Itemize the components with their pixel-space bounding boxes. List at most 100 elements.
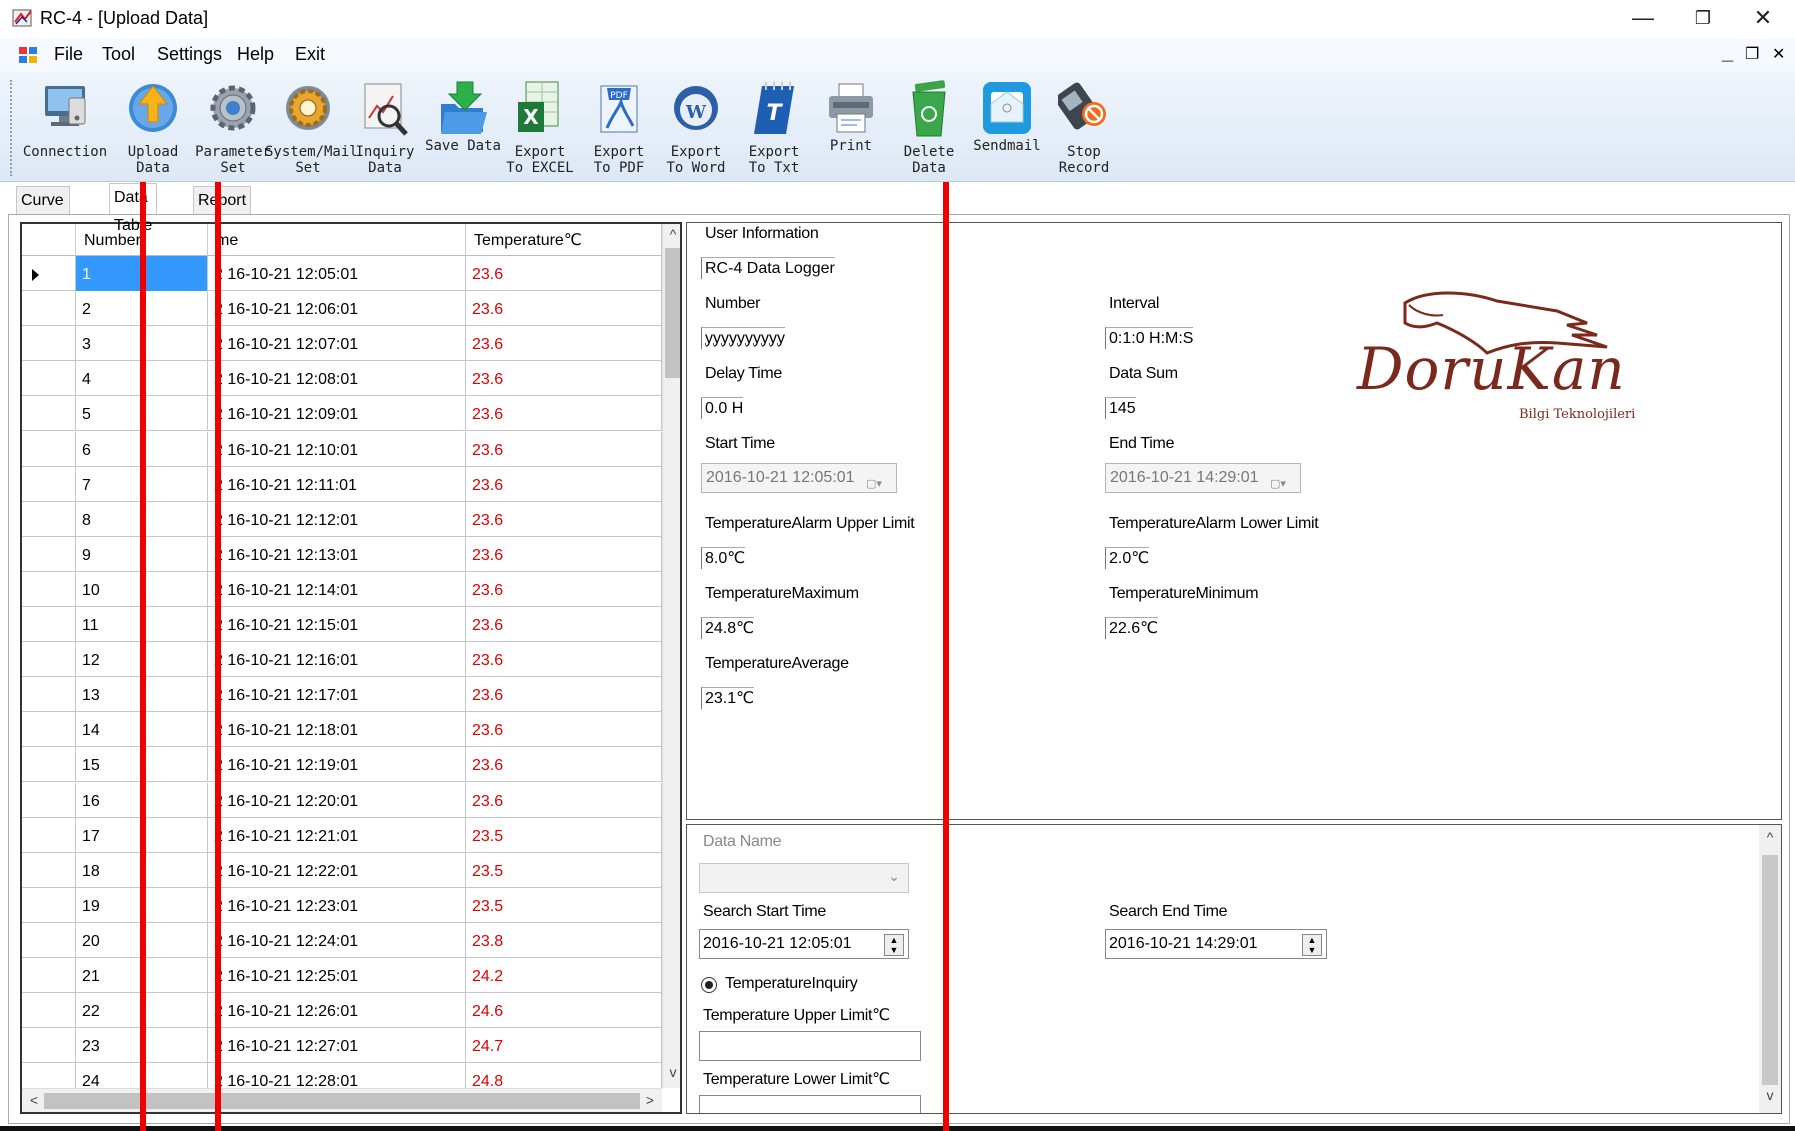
export-txt-button[interactable]: T Export To Txt — [731, 76, 817, 180]
search-panel-scrollbar[interactable]: ^ v — [1759, 825, 1781, 1113]
export-pdf-button[interactable]: PDF Export To PDF — [576, 76, 662, 180]
menu-exit[interactable]: Exit — [295, 44, 325, 65]
row-selector[interactable] — [22, 887, 76, 923]
cell-temperature[interactable]: 23.6 — [466, 256, 662, 291]
cell-time[interactable]: 2 16-10-21 12:05:01 — [208, 256, 466, 291]
row-selector[interactable] — [22, 747, 76, 783]
table-row[interactable]: 72 16-10-21 12:11:01 23.6 — [22, 466, 662, 502]
mdi-minimize-button[interactable]: _ — [1722, 42, 1733, 65]
row-selector[interactable] — [22, 291, 76, 327]
table-row[interactable]: 23 2 16-10-21 12:27:01 24.7 — [22, 1028, 662, 1064]
cell-time[interactable]: 2 16-10-21 12:06:01 — [208, 291, 466, 327]
row-selector[interactable] — [22, 361, 76, 397]
cell-temperature[interactable]: 23.6 — [466, 642, 662, 678]
row-selector[interactable] — [22, 642, 76, 678]
scroll-up-icon[interactable]: ^ — [663, 226, 680, 242]
spinner-icon[interactable]: ▲ ▼ — [1302, 934, 1322, 956]
cell-time[interactable]: 2 16-10-21 12:08:01 — [208, 361, 466, 397]
mdi-window-icon[interactable] — [18, 46, 38, 64]
export-word-button[interactable]: W Export To Word — [653, 76, 739, 180]
cell-temperature[interactable]: 23.6 — [466, 747, 662, 783]
table-row[interactable]: 12 2 16-10-21 12:16:01 23.6 — [22, 642, 662, 678]
table-horizontal-scrollbar[interactable]: < > — [22, 1088, 662, 1112]
table-row[interactable]: 12 16-10-21 12:05:01 23.6 — [22, 256, 662, 291]
cell-temperature[interactable]: 23.6 — [466, 466, 662, 502]
scroll-right-icon[interactable]: > — [640, 1092, 660, 1108]
toolbar-grip[interactable] — [10, 80, 14, 176]
cell-time[interactable]: 2 16-10-21 12:07:01 — [208, 326, 466, 362]
cell-time[interactable]: 2 16-10-21 12:26:01 — [208, 993, 466, 1029]
table-row[interactable]: 15 2 16-10-21 12:19:01 23.6 — [22, 747, 662, 783]
cell-temperature[interactable]: 24.2 — [466, 958, 662, 993]
cell-temperature[interactable]: 23.6 — [466, 291, 662, 327]
table-row[interactable]: 82 16-10-21 12:12:01 23.6 — [22, 501, 662, 537]
row-selector[interactable] — [22, 571, 76, 607]
table-row[interactable]: 22 2 16-10-21 12:26:01 24.6 — [22, 993, 662, 1029]
row-selector[interactable] — [22, 993, 76, 1029]
table-row[interactable]: 13 2 16-10-21 12:17:01 23.6 — [22, 677, 662, 713]
scroll-down-icon[interactable]: v — [663, 1064, 680, 1080]
cell-time[interactable]: 2 16-10-21 12:25:01 — [208, 958, 466, 993]
tab-report[interactable]: Report — [193, 186, 252, 214]
row-selector[interactable] — [22, 536, 76, 572]
cell-time[interactable]: 2 16-10-21 12:16:01 — [208, 642, 466, 678]
cell-temperature[interactable]: 23.6 — [466, 396, 662, 432]
table-hscroll-thumb[interactable] — [44, 1093, 640, 1109]
inquiry-data-button[interactable]: Inquiry Data — [342, 76, 428, 180]
header-temperature[interactable]: Temperature℃ — [466, 224, 662, 256]
row-selector[interactable] — [22, 431, 76, 467]
cell-temperature[interactable]: 23.6 — [466, 501, 662, 537]
table-row[interactable]: 22 16-10-21 12:06:01 23.6 — [22, 291, 662, 327]
cell-time[interactable]: 2 16-10-21 12:27:01 — [208, 1028, 466, 1064]
cell-temperature[interactable]: 23.6 — [466, 361, 662, 397]
cell-time[interactable]: 2 16-10-21 12:10:01 — [208, 431, 466, 467]
row-selector[interactable] — [22, 677, 76, 713]
table-row[interactable]: 14 2 16-10-21 12:18:01 23.6 — [22, 712, 662, 748]
table-row[interactable]: 21 2 16-10-21 12:25:01 24.2 — [22, 958, 662, 993]
search-start-time-picker[interactable]: 2016-10-21 12:05:01 ▲ ▼ — [699, 929, 909, 959]
cell-time[interactable]: 2 16-10-21 12:18:01 — [208, 712, 466, 748]
temperature-upper-limit-input[interactable] — [699, 1031, 921, 1061]
row-selector[interactable] — [22, 958, 76, 993]
cell-temperature[interactable]: 23.6 — [466, 712, 662, 748]
table-row[interactable]: 18 2 16-10-21 12:22:01 23.5 — [22, 852, 662, 888]
row-selector[interactable] — [22, 1028, 76, 1064]
search-scroll-thumb[interactable] — [1762, 855, 1778, 1085]
tab-curve-graph[interactable]: Curve Graph — [16, 186, 71, 237]
cell-temperature[interactable]: 23.6 — [466, 536, 662, 572]
system-mail-set-button[interactable]: System/Mail Set — [265, 76, 358, 180]
row-selector[interactable] — [22, 326, 76, 362]
cell-time[interactable]: 2 16-10-21 12:17:01 — [208, 677, 466, 713]
print-button[interactable]: Print — [808, 76, 894, 180]
table-row[interactable]: 16 2 16-10-21 12:20:01 23.6 — [22, 782, 662, 818]
row-selector[interactable] — [22, 817, 76, 853]
cell-temperature[interactable]: 23.5 — [466, 852, 662, 888]
cell-temperature[interactable]: 23.5 — [466, 887, 662, 923]
cell-time[interactable]: 2 16-10-21 12:15:01 — [208, 607, 466, 642]
cell-temperature[interactable]: 23.6 — [466, 431, 662, 467]
row-selector[interactable] — [22, 782, 76, 818]
cell-temperature[interactable]: 23.5 — [466, 817, 662, 853]
search-end-time-picker[interactable]: 2016-10-21 14:29:01 ▲ ▼ — [1105, 929, 1327, 959]
cell-time[interactable]: 2 16-10-21 12:21:01 — [208, 817, 466, 853]
cell-time[interactable]: 2 16-10-21 12:20:01 — [208, 782, 466, 818]
cell-temperature[interactable]: 23.6 — [466, 607, 662, 642]
cell-time[interactable]: 2 16-10-21 12:09:01 — [208, 396, 466, 432]
menu-settings[interactable]: Settings — [157, 44, 222, 65]
scroll-up-icon[interactable]: ^ — [1760, 829, 1780, 845]
minimize-button[interactable]: — — [1620, 4, 1666, 32]
row-selector[interactable] — [22, 256, 76, 291]
cell-time[interactable]: 2 16-10-21 12:19:01 — [208, 747, 466, 783]
table-scroll-thumb[interactable] — [665, 248, 680, 378]
row-selector[interactable] — [22, 396, 76, 432]
cell-time[interactable]: 2 16-10-21 12:14:01 — [208, 571, 466, 607]
tab-data-table[interactable]: Data Table — [109, 183, 158, 234]
table-row[interactable]: 20 2 16-10-21 12:24:01 23.8 — [22, 922, 662, 958]
mdi-close-button[interactable]: ✕ — [1772, 44, 1785, 64]
sendmail-button[interactable]: Sendmail — [964, 76, 1050, 180]
restore-button[interactable]: ❐ — [1680, 4, 1726, 32]
spinner-icon[interactable]: ▲ ▼ — [884, 934, 904, 956]
data-table[interactable]: Number me Temperature℃ 12 16-10-21 12:05… — [20, 222, 682, 1114]
row-selector[interactable] — [22, 712, 76, 748]
cell-time[interactable]: 2 16-10-21 12:24:01 — [208, 922, 466, 958]
